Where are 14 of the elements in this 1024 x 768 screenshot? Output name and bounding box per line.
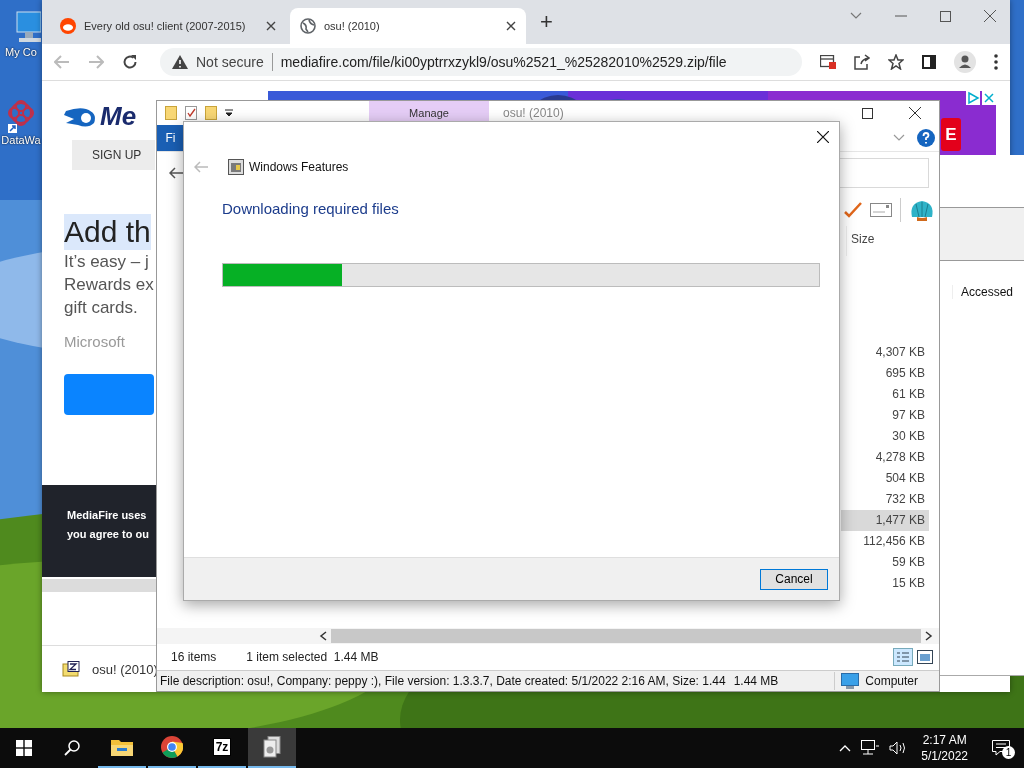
- chevron-up-icon[interactable]: [839, 744, 852, 752]
- setup-icon: [262, 736, 282, 758]
- taskbar-app[interactable]: [248, 728, 296, 768]
- folder-icon: [111, 738, 133, 756]
- speaker-icon[interactable]: [889, 741, 908, 755]
- search-icon[interactable]: [64, 740, 80, 756]
- clock[interactable]: 2:17 AM 5/1/2022: [921, 732, 968, 764]
- notification-badge: 1: [1002, 746, 1015, 759]
- windows-start-icon[interactable]: [16, 740, 32, 756]
- app-label: 7z: [212, 738, 232, 756]
- notification-icon[interactable]: [992, 740, 1010, 756]
- network-icon[interactable]: [861, 740, 880, 756]
- taskbar-app[interactable]: 7z: [198, 728, 246, 768]
- chrome-icon: [161, 736, 183, 758]
